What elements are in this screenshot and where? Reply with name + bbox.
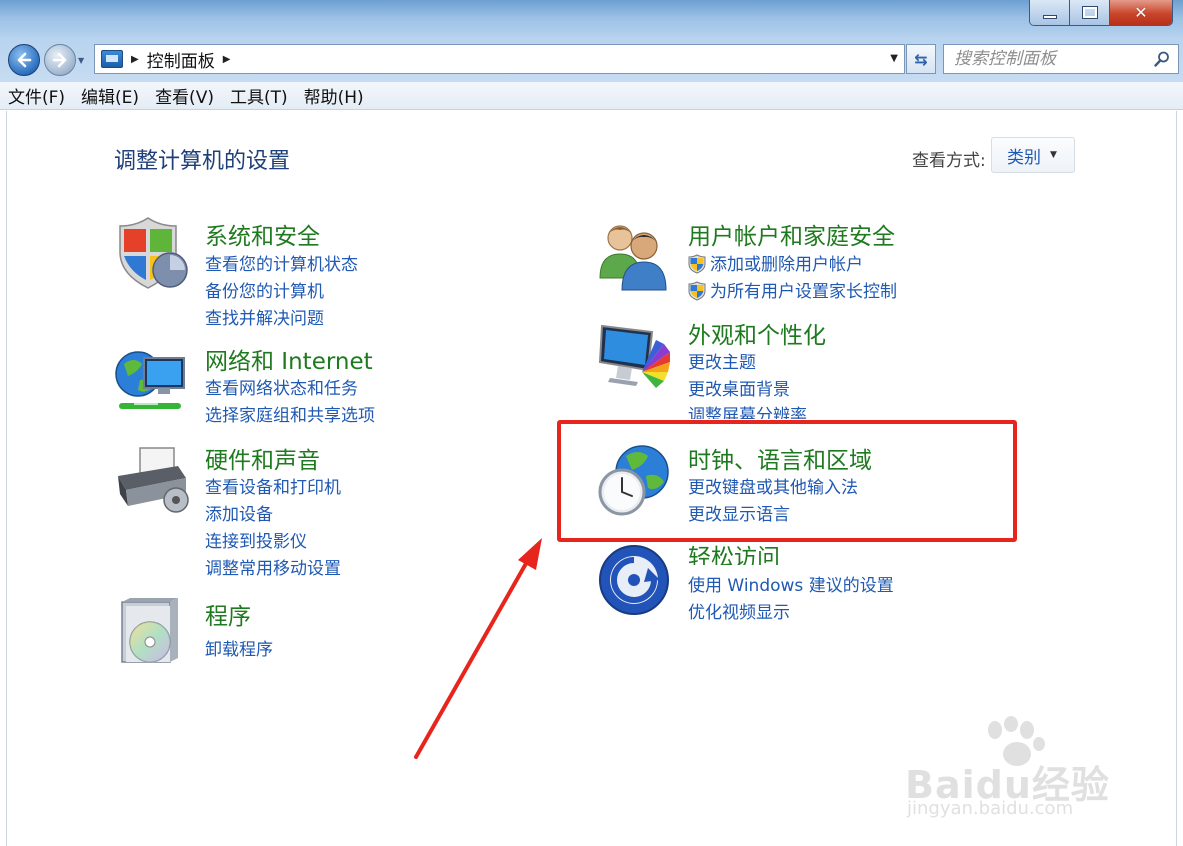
view-by-value: 类别 bbox=[1007, 147, 1041, 168]
link-homegroup-sharing[interactable]: 选择家庭组和共享选项 bbox=[205, 401, 375, 426]
refresh-icon: ⇆ bbox=[914, 49, 928, 69]
breadcrumb-separator-icon[interactable]: ▶ bbox=[223, 54, 231, 65]
search-icon[interactable] bbox=[1154, 51, 1170, 67]
shield-security-icon[interactable] bbox=[114, 216, 190, 292]
refresh-button[interactable]: ⇆ bbox=[906, 44, 936, 74]
close-button[interactable]: ✕ bbox=[1110, 0, 1172, 25]
address-dropdown-icon[interactable]: ▼ bbox=[890, 53, 898, 64]
maximize-button[interactable] bbox=[1070, 0, 1110, 25]
menu-edit[interactable]: 编辑(E) bbox=[81, 83, 139, 108]
category-title-programs[interactable]: 程序 bbox=[205, 597, 251, 631]
link-add-remove-accounts[interactable]: 添加或删除用户帐户 bbox=[688, 250, 863, 275]
arrow-left-icon bbox=[17, 52, 32, 68]
uac-shield-icon bbox=[688, 254, 706, 274]
users-icon[interactable] bbox=[596, 216, 672, 292]
menu-help[interactable]: 帮助(H) bbox=[304, 83, 364, 108]
link-change-background[interactable]: 更改桌面背景 bbox=[688, 375, 790, 400]
menu-file[interactable]: 文件(F) bbox=[8, 83, 65, 108]
page-title: 调整计算机的设置 bbox=[114, 149, 291, 174]
watermark-sub-text: jingyan.baidu.com bbox=[907, 798, 1074, 819]
window-controls: ✕ bbox=[1029, 0, 1173, 26]
view-by-label: 查看方式: bbox=[912, 151, 986, 171]
programs-disc-icon[interactable] bbox=[114, 596, 190, 672]
category-title-hardware-sound[interactable]: 硬件和声音 bbox=[205, 441, 320, 475]
link-recommended-settings[interactable]: 使用 Windows 建议的设置 bbox=[688, 571, 894, 596]
link-parental-controls-label: 为所有用户设置家长控制 bbox=[710, 282, 897, 302]
link-view-network-status[interactable]: 查看网络状态和任务 bbox=[205, 374, 358, 399]
arrow-right-icon bbox=[52, 52, 67, 68]
link-mobility-settings[interactable]: 调整常用移动设置 bbox=[205, 554, 341, 579]
menu-tools[interactable]: 工具(T) bbox=[230, 83, 288, 108]
ease-of-access-icon[interactable] bbox=[596, 542, 672, 618]
address-row: ▼ ▶ 控制面板 ▶ ▼ ⇆ bbox=[0, 40, 1183, 82]
minimize-icon bbox=[1042, 14, 1057, 19]
category-title-network-internet[interactable]: 网络和 Internet bbox=[205, 342, 373, 376]
monitor-palette-icon[interactable] bbox=[596, 318, 672, 394]
link-view-computer-status[interactable]: 查看您的计算机状态 bbox=[205, 250, 358, 275]
forward-button[interactable] bbox=[44, 44, 76, 76]
category-title-appearance[interactable]: 外观和个性化 bbox=[688, 316, 826, 350]
category-title-ease-of-access[interactable]: 轻松访问 bbox=[688, 538, 780, 565]
link-troubleshoot[interactable]: 查找并解决问题 bbox=[205, 304, 324, 329]
link-change-theme[interactable]: 更改主题 bbox=[688, 348, 756, 373]
menu-view[interactable]: 查看(V) bbox=[155, 83, 214, 108]
title-bar: ✕ bbox=[0, 0, 1183, 40]
address-bar[interactable]: ▶ 控制面板 ▶ ▼ bbox=[94, 44, 905, 74]
history-dropdown-icon[interactable]: ▼ bbox=[78, 56, 84, 65]
category-title-user-accounts[interactable]: 用户帐户和家庭安全 bbox=[688, 217, 895, 251]
control-panel-icon bbox=[101, 50, 123, 68]
printer-icon[interactable] bbox=[114, 444, 190, 520]
link-backup-computer[interactable]: 备份您的计算机 bbox=[205, 277, 324, 302]
minimize-button[interactable] bbox=[1030, 0, 1070, 25]
menu-bar: 文件(F) 编辑(E) 查看(V) 工具(T) 帮助(H) bbox=[0, 82, 1183, 110]
search-box[interactable] bbox=[943, 44, 1179, 74]
breadcrumb-separator-icon[interactable]: ▶ bbox=[131, 54, 139, 65]
link-uninstall-program[interactable]: 卸载程序 bbox=[205, 635, 273, 660]
baidu-watermark: Baidu经验 jingyan.baidu.com bbox=[905, 716, 1145, 826]
maximize-icon bbox=[1081, 6, 1098, 19]
back-button[interactable] bbox=[8, 44, 40, 76]
category-title-system-security[interactable]: 系统和安全 bbox=[205, 217, 320, 251]
close-icon: ✕ bbox=[1134, 3, 1148, 22]
highlight-box bbox=[557, 420, 1017, 542]
link-add-remove-accounts-label: 添加或删除用户帐户 bbox=[710, 255, 863, 275]
link-optimize-video[interactable]: 优化视频显示 bbox=[688, 598, 790, 623]
link-view-devices-printers[interactable]: 查看设备和打印机 bbox=[205, 473, 341, 498]
link-connect-projector[interactable]: 连接到投影仪 bbox=[205, 527, 307, 552]
view-by-dropdown[interactable]: 类别 ▼ bbox=[991, 137, 1075, 173]
link-adjust-resolution[interactable]: 调整屏幕分辨率 bbox=[688, 401, 807, 419]
link-parental-controls[interactable]: 为所有用户设置家长控制 bbox=[688, 277, 897, 302]
search-input[interactable] bbox=[954, 49, 1154, 69]
uac-shield-icon bbox=[688, 281, 706, 301]
link-add-device[interactable]: 添加设备 bbox=[205, 500, 273, 525]
network-globe-icon[interactable] bbox=[114, 342, 190, 418]
breadcrumb-control-panel[interactable]: 控制面板 bbox=[147, 47, 215, 72]
chevron-down-icon: ▼ bbox=[1050, 150, 1057, 160]
